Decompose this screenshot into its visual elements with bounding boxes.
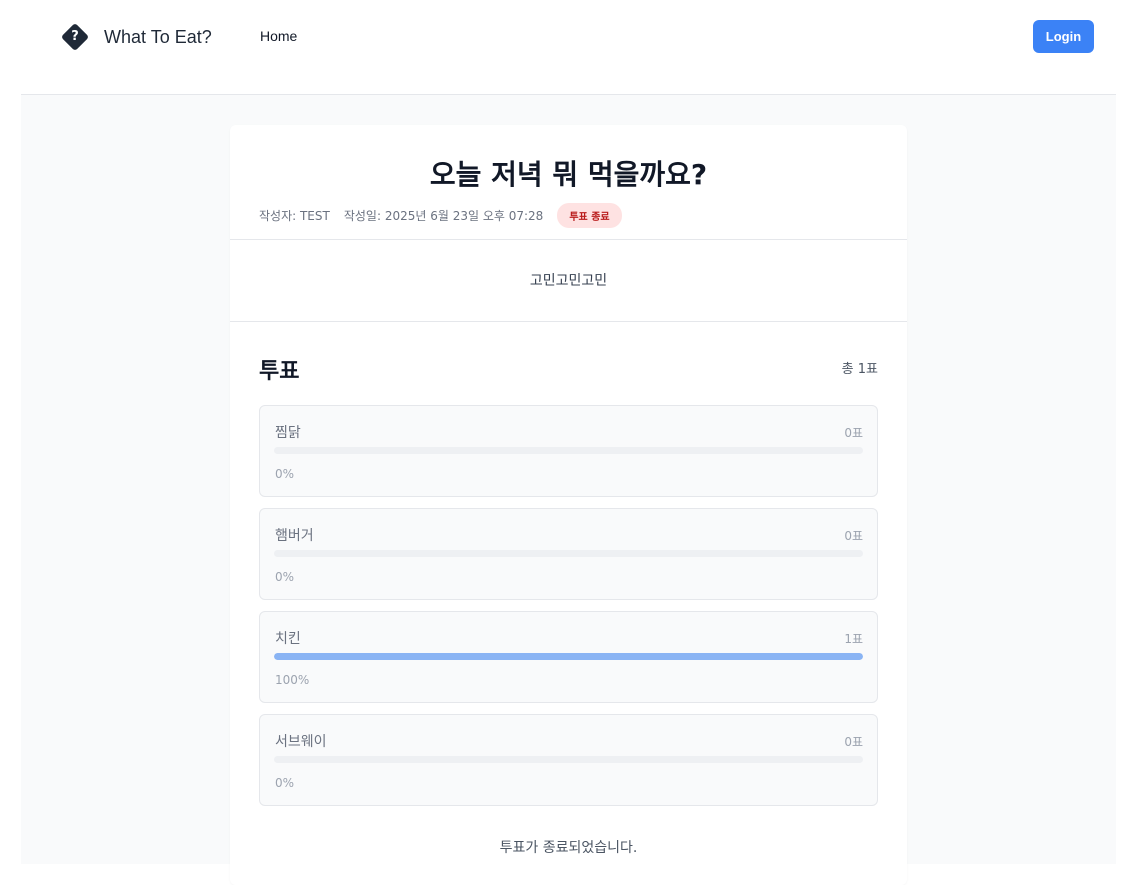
question-diamond-icon: ? — [60, 22, 90, 52]
vote-option-name: 햄버거 — [275, 528, 314, 544]
logo-glyph: ? — [71, 29, 79, 44]
vote-progress-track — [274, 550, 863, 557]
vote-option-percent: 0% — [275, 776, 295, 790]
vote-progress-track — [274, 653, 863, 660]
logo-link[interactable]: ? What To Eat? — [60, 22, 212, 52]
vote-option-percent: 0% — [275, 467, 295, 481]
vote-progress-fill — [274, 653, 863, 660]
vote-option-count: 0표 — [844, 529, 863, 543]
divider — [230, 239, 907, 240]
divider — [230, 321, 907, 322]
vote-option[interactable]: 찜닭 0표 0% — [259, 405, 878, 497]
vote-option-name: 치킨 — [275, 631, 301, 647]
post-date: 작성일: 2025년 6월 23일 오후 07:28 — [343, 209, 544, 223]
vote-section-title: 투표 — [259, 359, 300, 384]
status-badge: 투표 종료 — [557, 203, 622, 228]
vote-option-count: 0표 — [844, 426, 863, 440]
vote-progress-track — [274, 447, 863, 454]
vote-option-count: 1표 — [844, 632, 863, 646]
vote-option[interactable]: 서브웨이 0표 0% — [259, 714, 878, 806]
post-title: 오늘 저녁 뭐 먹을까요? — [429, 158, 708, 191]
vote-option-name: 찜닭 — [275, 425, 301, 441]
post-meta: 작성자: TEST 작성일: 2025년 6월 23일 오후 07:28 투표 … — [259, 203, 622, 228]
brand-name: What To Eat? — [104, 26, 212, 47]
login-button[interactable]: Login — [1033, 20, 1094, 53]
post-card: 오늘 저녁 뭐 먹을까요? 작성자: TEST 작성일: 2025년 6월 23… — [230, 125, 907, 885]
post-author: 작성자: TEST — [259, 209, 330, 223]
vote-option[interactable]: 치킨 1표 100% — [259, 611, 878, 703]
top-navbar: ? What To Eat? Home Login — [0, 0, 1133, 74]
vote-ended-message: 투표가 종료되었습니다. — [499, 840, 638, 856]
vote-option-count: 0표 — [844, 735, 863, 749]
vote-option-name: 서브웨이 — [275, 734, 327, 750]
vote-progress-track — [274, 756, 863, 763]
vote-option-percent: 100% — [275, 673, 310, 687]
nav-home-link[interactable]: Home — [260, 28, 297, 44]
post-content: 고민고민고민 — [529, 273, 608, 289]
vote-option[interactable]: 햄버거 0표 0% — [259, 508, 878, 600]
vote-total-count: 총 1표 — [841, 362, 878, 377]
vote-option-percent: 0% — [275, 570, 295, 584]
